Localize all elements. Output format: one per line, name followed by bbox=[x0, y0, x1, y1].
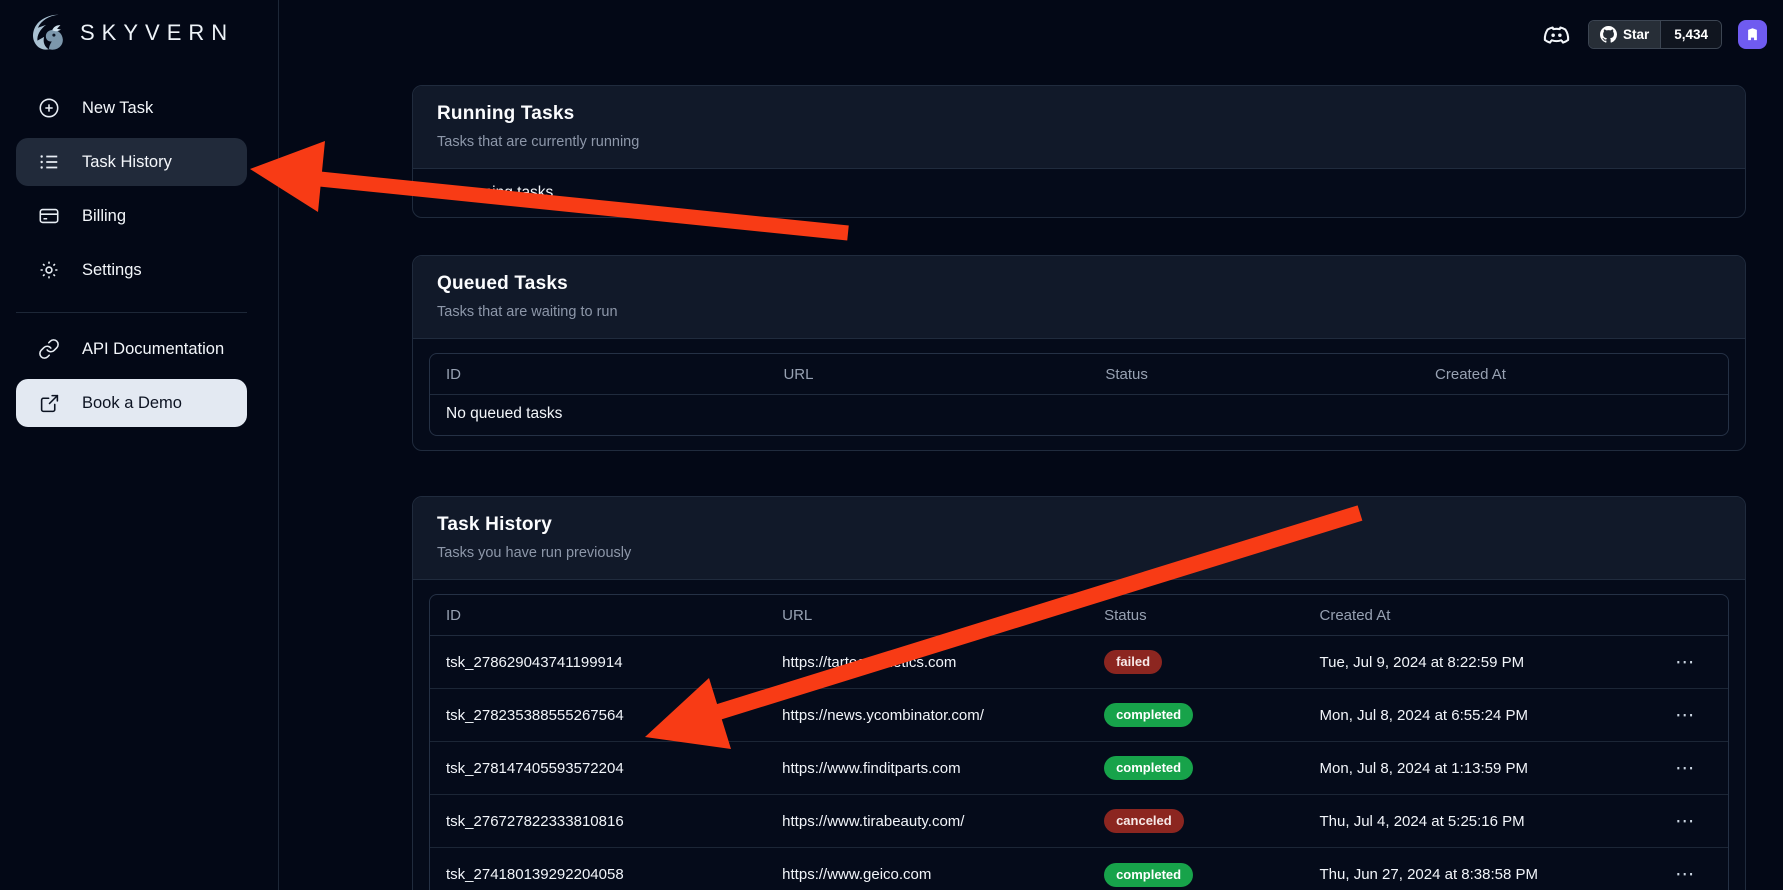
sidebar-item-label: New Task bbox=[82, 99, 153, 118]
card-title: Running Tasks bbox=[437, 103, 1721, 125]
running-tasks-header: Running Tasks Tasks that are currently r… bbox=[413, 86, 1745, 169]
task-url-cell: https://www.finditparts.com bbox=[766, 760, 1088, 777]
row-actions-menu-button[interactable]: ⋯ bbox=[1669, 651, 1702, 674]
table-header-row: ID URL Status Created At bbox=[430, 354, 1728, 395]
task-history-header: Task History Tasks you have run previous… bbox=[413, 497, 1745, 580]
table-header-row: ID URL Status Created At bbox=[430, 595, 1728, 636]
created-at-cell: Thu, Jul 4, 2024 at 5:25:16 PM bbox=[1304, 813, 1644, 830]
running-tasks-empty-state: No running tasks bbox=[413, 169, 1745, 217]
github-star-count[interactable]: 5,434 bbox=[1660, 21, 1721, 48]
table-row[interactable]: tsk_276727822333810816 https://www.tirab… bbox=[430, 795, 1728, 848]
task-id-cell: tsk_278147405593572204 bbox=[430, 760, 766, 777]
queued-tasks-empty-state: No queued tasks bbox=[430, 395, 1728, 435]
status-badge: completed bbox=[1104, 703, 1193, 727]
sidebar-item-label: API Documentation bbox=[82, 340, 224, 359]
list-icon bbox=[38, 151, 60, 173]
building-icon bbox=[1745, 27, 1760, 42]
task-url-cell: https://news.ycombinator.com/ bbox=[766, 707, 1088, 724]
table-row[interactable]: tsk_278629043741199914 https://tartecosm… bbox=[430, 636, 1728, 689]
column-header-id: ID bbox=[430, 607, 766, 624]
column-header-status: Status bbox=[1089, 366, 1419, 383]
column-header-id: ID bbox=[430, 366, 767, 383]
external-link-icon bbox=[38, 392, 60, 414]
row-actions-menu-button[interactable]: ⋯ bbox=[1669, 863, 1702, 886]
sidebar-item-label: Settings bbox=[82, 261, 142, 280]
sidebar-item-label: Book a Demo bbox=[82, 394, 182, 413]
running-tasks-card: Running Tasks Tasks that are currently r… bbox=[412, 85, 1746, 218]
github-star-label: Star bbox=[1623, 27, 1649, 42]
row-actions-menu-button[interactable]: ⋯ bbox=[1669, 810, 1702, 833]
row-actions-menu-button[interactable]: ⋯ bbox=[1669, 757, 1702, 780]
card-title: Task History bbox=[437, 514, 1721, 536]
sidebar-item-billing[interactable]: Billing bbox=[16, 192, 247, 240]
task-id-cell: tsk_278629043741199914 bbox=[430, 654, 766, 671]
circle-plus-icon bbox=[38, 97, 60, 119]
task-url-cell: https://www.geico.com bbox=[766, 866, 1088, 883]
created-at-cell: Mon, Jul 8, 2024 at 1:13:59 PM bbox=[1304, 760, 1644, 777]
task-history-card: Task History Tasks you have run previous… bbox=[412, 496, 1746, 890]
sidebar-item-api-documentation[interactable]: API Documentation bbox=[16, 325, 247, 373]
github-icon bbox=[1600, 26, 1617, 43]
sidebar: SKYVERN New Task Task History Billing bbox=[0, 0, 279, 890]
created-at-cell: Thu, Jun 27, 2024 at 8:38:58 PM bbox=[1304, 866, 1644, 883]
link-icon bbox=[38, 338, 60, 360]
card-subtitle: Tasks that are waiting to run bbox=[437, 304, 1721, 320]
skyvern-dragon-icon bbox=[24, 10, 70, 56]
column-header-created-at: Created At bbox=[1304, 607, 1644, 624]
github-star-button[interactable]: Star bbox=[1589, 21, 1660, 48]
column-header-url: URL bbox=[767, 366, 1089, 383]
queued-tasks-table: ID URL Status Created At No queued tasks bbox=[429, 353, 1729, 436]
task-id-cell: tsk_276727822333810816 bbox=[430, 813, 766, 830]
brand-logo: SKYVERN bbox=[0, 0, 278, 58]
column-header-url: URL bbox=[766, 607, 1088, 624]
created-at-cell: Mon, Jul 8, 2024 at 6:55:24 PM bbox=[1304, 707, 1644, 724]
row-actions-menu-button[interactable]: ⋯ bbox=[1669, 704, 1702, 727]
sidebar-item-label: Billing bbox=[82, 207, 126, 226]
sidebar-item-task-history[interactable]: Task History bbox=[16, 138, 247, 186]
table-row[interactable]: tsk_278235388555267564 https://news.ycom… bbox=[430, 689, 1728, 742]
credit-card-icon bbox=[38, 205, 60, 227]
task-url-cell: https://www.tirabeauty.com/ bbox=[766, 813, 1088, 830]
sidebar-nav: New Task Task History Billing bbox=[0, 84, 278, 433]
table-row[interactable]: tsk_274180139292204058 https://www.geico… bbox=[430, 848, 1728, 890]
table-row[interactable]: tsk_278147405593572204 https://www.findi… bbox=[430, 742, 1728, 795]
card-subtitle: Tasks that are currently running bbox=[437, 134, 1721, 150]
status-badge: canceled bbox=[1104, 809, 1184, 833]
queued-tasks-header: Queued Tasks Tasks that are waiting to r… bbox=[413, 256, 1745, 339]
discord-icon[interactable] bbox=[1540, 18, 1572, 50]
sidebar-divider bbox=[16, 312, 247, 313]
card-title: Queued Tasks bbox=[437, 273, 1721, 295]
gear-icon bbox=[38, 259, 60, 281]
sidebar-item-book-a-demo[interactable]: Book a Demo bbox=[16, 379, 247, 427]
card-subtitle: Tasks you have run previously bbox=[437, 545, 1721, 561]
task-id-cell: tsk_278235388555267564 bbox=[430, 707, 766, 724]
task-history-table: ID URL Status Created At tsk_27862904374… bbox=[429, 594, 1729, 890]
column-header-status: Status bbox=[1088, 607, 1303, 624]
sidebar-item-new-task[interactable]: New Task bbox=[16, 84, 247, 132]
github-star-widget: Star 5,434 bbox=[1588, 20, 1722, 49]
status-badge: completed bbox=[1104, 863, 1193, 887]
queued-tasks-card: Queued Tasks Tasks that are waiting to r… bbox=[412, 255, 1746, 451]
status-badge: failed bbox=[1104, 650, 1162, 674]
sidebar-item-settings[interactable]: Settings bbox=[16, 246, 247, 294]
created-at-cell: Tue, Jul 9, 2024 at 8:22:59 PM bbox=[1304, 654, 1644, 671]
column-header-created-at: Created At bbox=[1419, 366, 1728, 383]
task-url-cell: https://tartecosmetics.com bbox=[766, 654, 1088, 671]
sidebar-item-label: Task History bbox=[82, 153, 172, 172]
organization-avatar[interactable] bbox=[1738, 20, 1767, 49]
main-content: Running Tasks Tasks that are currently r… bbox=[412, 85, 1746, 890]
brand-name: SKYVERN bbox=[80, 20, 234, 46]
app-window: SKYVERN New Task Task History Billing bbox=[0, 0, 1783, 890]
topbar: Star 5,434 Sk bbox=[1540, 14, 1783, 54]
status-badge: completed bbox=[1104, 756, 1193, 780]
task-id-cell: tsk_274180139292204058 bbox=[430, 866, 766, 883]
